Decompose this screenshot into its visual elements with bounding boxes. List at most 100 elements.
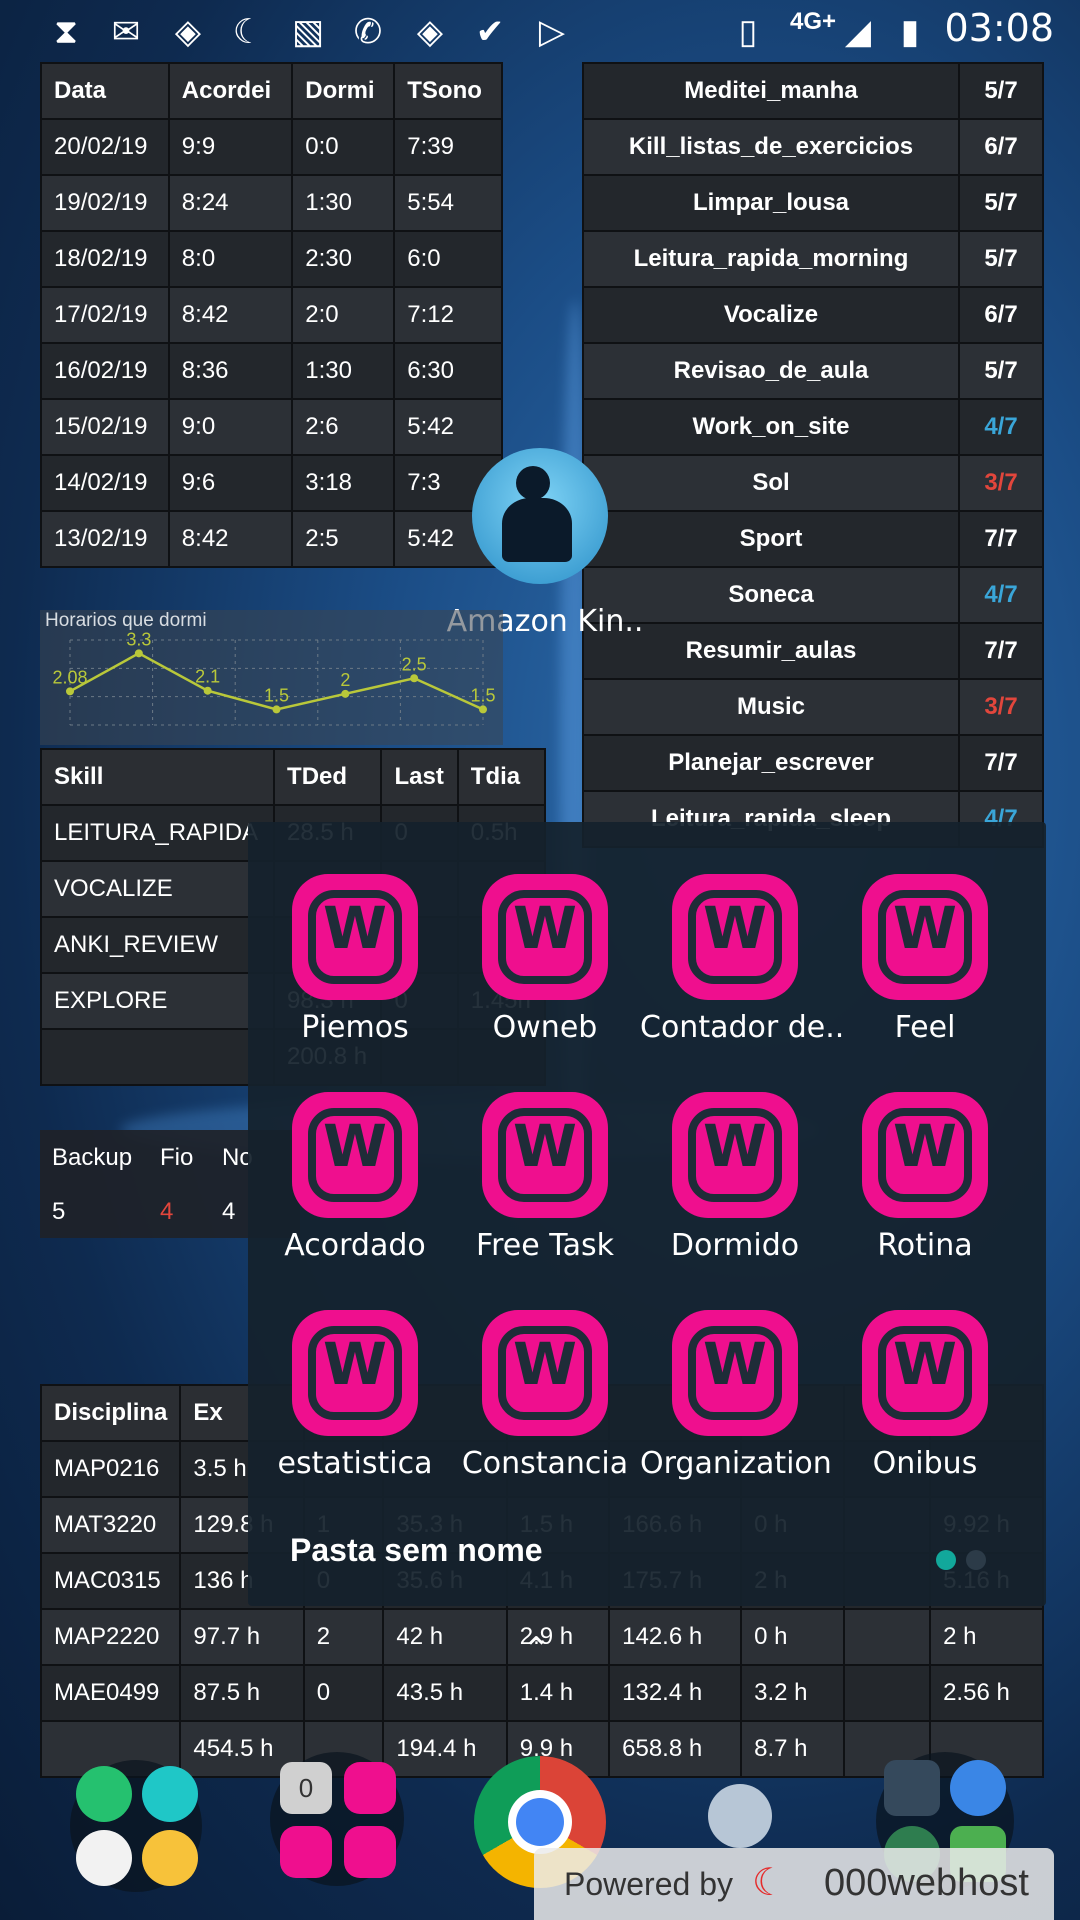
app-label: Dormido: [670, 1228, 800, 1263]
play-icon: ▷: [538, 13, 566, 51]
table-cell: 7:39: [393, 118, 503, 176]
table-cell: 8:36: [167, 342, 294, 400]
habit-row[interactable]: Leitura_rapida_morning 5/7: [582, 230, 1044, 288]
reader-body-icon: [502, 498, 572, 562]
habit-count: 5/7: [958, 62, 1044, 120]
col-header: Dormi: [291, 62, 396, 120]
habit-count: 7/7: [958, 622, 1044, 680]
table-cell: 0: [302, 1664, 385, 1722]
folder-name[interactable]: Pasta sem nome: [290, 1532, 543, 1569]
dock-circle-icon[interactable]: [708, 1784, 772, 1848]
col-header: Skill: [39, 748, 276, 806]
folder-app-dormido[interactable]: W Dormido: [640, 1080, 830, 1290]
habit-row[interactable]: Music 3/7: [582, 678, 1044, 736]
w-app-icon: W: [482, 1310, 608, 1436]
habit-row[interactable]: Vocalize 6/7: [582, 286, 1044, 344]
habit-count: 4/7: [958, 566, 1044, 624]
table-cell: 2:5: [291, 510, 396, 568]
folder-app-estatistica[interactable]: Westatistica: [260, 1298, 450, 1508]
table-cell: 9:6: [167, 454, 294, 512]
habit-count: 5/7: [958, 230, 1044, 288]
app-label: Owneb: [492, 1010, 598, 1045]
habit-row[interactable]: Work_on_site 4/7: [582, 398, 1044, 456]
folder-app-free-task[interactable]: W Free Task: [450, 1080, 640, 1290]
table-row: 20/02/19 9:9 0:0 7:39: [40, 118, 503, 176]
folder-app-piemos[interactable]: W Piemos: [260, 862, 450, 1072]
habit-row[interactable]: Soneca 4/7: [582, 566, 1044, 624]
col-header: Backup: [52, 1144, 133, 1171]
kindle-app-icon[interactable]: [472, 448, 608, 584]
w-app-icon: W: [672, 874, 798, 1000]
habit-name: Leitura_rapida_morning: [582, 230, 960, 288]
photos-icon: [142, 1830, 198, 1886]
app-label: Rotina: [877, 1228, 973, 1263]
habit-row[interactable]: Sport 7/7: [582, 510, 1044, 568]
habit-row[interactable]: Meditei_manha 5/7: [582, 62, 1044, 120]
folder-app-contador-de-[interactable]: W Contador de..: [640, 862, 844, 1072]
page-indicator: [966, 1550, 986, 1570]
moon-icon: ☾: [232, 13, 264, 51]
chevron-up-icon[interactable]: ⌃: [522, 1630, 551, 1670]
col-header: Data: [40, 62, 170, 120]
habit-row[interactable]: Limpar_lousa 5/7: [582, 174, 1044, 232]
col-header: Disciplina: [39, 1384, 182, 1442]
table-cell: 5:42: [393, 398, 503, 456]
habit-row[interactable]: Resumir_aulas 7/7: [582, 622, 1044, 680]
table-cell: 42 h: [382, 1608, 508, 1666]
data-point: [479, 705, 487, 714]
data-point: [410, 674, 419, 683]
data-point: [134, 649, 143, 658]
sleep-log-widget[interactable]: Data Acordei Dormi TSono 20/02/19 9:9 0:0 7…: [40, 62, 503, 568]
habit-row[interactable]: Planejar_escrever 7/7: [582, 734, 1044, 792]
habit-row[interactable]: Kill_listas_de_exercicios 6/7: [582, 118, 1044, 176]
table-cell: 8:24: [167, 174, 294, 232]
habit-row[interactable]: Sol 3/7: [582, 454, 1044, 512]
table-cell: 2:6: [291, 398, 396, 456]
table-cell: 2:30: [291, 230, 396, 288]
habit-name: Music: [582, 678, 960, 736]
table-cell: 9:9: [167, 118, 294, 176]
w-app-icon: W: [672, 1092, 798, 1218]
folder-app-onibus[interactable]: W Onibus: [830, 1298, 1020, 1508]
table-cell: 0:0: [291, 118, 396, 176]
habit-row[interactable]: Revisao_de_aula 5/7: [582, 342, 1044, 400]
table-cell: 20/02/19: [40, 118, 170, 176]
table-cell: 1.4 h: [505, 1664, 611, 1722]
habits-widget[interactable]: Meditei_manha 5/7 Kill_listas_de_exercicio…: [582, 62, 1044, 848]
table-row: 14/02/19 9:6 3:18 7:3: [40, 454, 503, 512]
folder-app-feel[interactable]: W Feel: [830, 862, 1020, 1072]
folder-app-acordado[interactable]: W Acordado: [260, 1080, 450, 1290]
table-cell: 3:18: [291, 454, 396, 512]
table-row: 13/02/19 8:42 2:5 5:42: [40, 510, 503, 568]
folder-app-owneb[interactable]: W Owneb: [450, 862, 640, 1072]
folder-app-rotina[interactable]: W Rotina: [830, 1080, 1020, 1290]
table-cell: MAE0499: [39, 1664, 182, 1722]
habit-count: 5/7: [958, 342, 1044, 400]
habit-count: 5/7: [958, 174, 1044, 232]
table-cell: 19/02/19: [40, 174, 170, 232]
drive-icon: [76, 1830, 132, 1886]
table-cell: [842, 1664, 932, 1722]
folder-app-organization[interactable]: W Organization: [640, 1298, 832, 1508]
app-folder-popup[interactable]: W Piemos W Owneb W Contador de.. W Feel W Acordad…: [248, 822, 1046, 1606]
table-cell: [39, 1028, 276, 1086]
table-cell: 3.2 h: [740, 1664, 845, 1722]
table-cell: 658.8 h: [608, 1720, 743, 1778]
habit-count: 7/7: [958, 510, 1044, 568]
table-cell: MAP2220: [39, 1608, 182, 1666]
phone-icon: ✆: [353, 13, 383, 51]
habit-count: 3/7: [958, 454, 1044, 512]
dock-folder-social[interactable]: [70, 1760, 202, 1892]
col-header: TDed: [273, 748, 383, 806]
network-type: 4G+: [790, 8, 837, 35]
sleep-time-chart[interactable]: Horarios que dormi 2.08 3.3 2.1 1.5 2 2.5 1.5: [40, 610, 503, 745]
table-cell: MAC0315: [39, 1552, 182, 1610]
line-chart: 2.08 3.3 2.1 1.5 2 2.5 1.5: [52, 629, 496, 726]
dock-folder-apps[interactable]: 0: [270, 1752, 404, 1886]
table-row: 18/02/19 8:0 2:30 6:0: [40, 230, 503, 288]
w-app-icon: W: [862, 874, 988, 1000]
table-cell: 87.5 h: [179, 1664, 305, 1722]
page-indicator-active: [936, 1550, 956, 1570]
habit-name: Revisao_de_aula: [582, 342, 960, 400]
folder-app-constancia[interactable]: W Constancia: [450, 1298, 640, 1508]
